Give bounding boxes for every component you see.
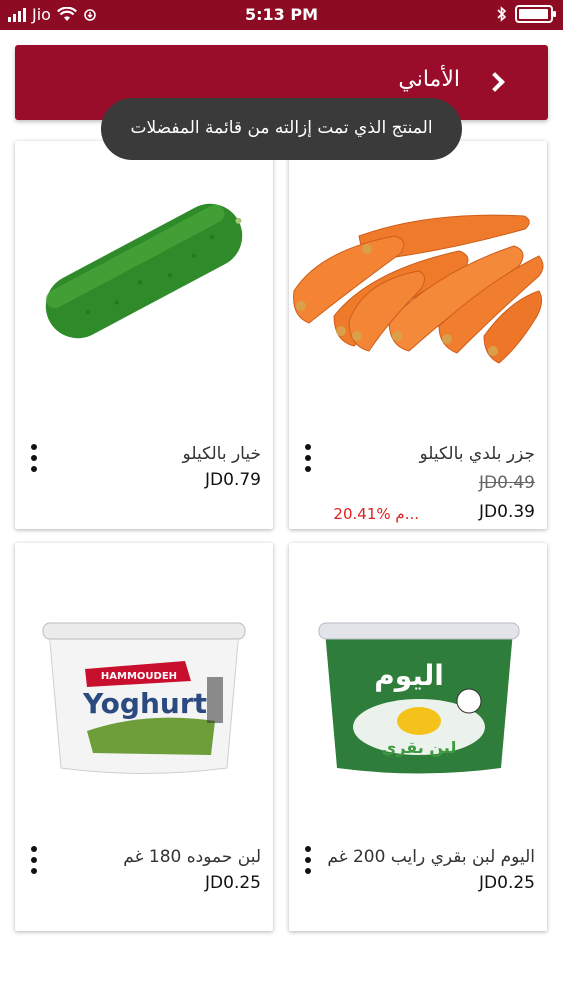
product-label-text: لبن بقري: [382, 738, 457, 758]
more-options-icon[interactable]: [29, 444, 39, 472]
product-name: لبن حموده 180 غم: [123, 847, 261, 867]
brand-logo-text: HAMMOUDEH: [101, 671, 177, 682]
status-right: [497, 5, 556, 23]
more-options-icon[interactable]: [29, 846, 39, 874]
chevron-right-icon[interactable]: [485, 72, 505, 92]
product-old-price: JD0.49: [479, 473, 535, 493]
product-name: اليوم لبن بقري رايب 200 غم: [327, 847, 535, 867]
product-card-hammoudeh-yoghurt[interactable]: HAMMOUDEH Yoghurt لبن حموده 180 غم JD0.2…: [15, 543, 273, 931]
product-name: خيار بالكيلو: [182, 444, 261, 464]
product-card-cucumber[interactable]: خيار بالكيلو JD0.79: [15, 141, 273, 529]
product-price: JD0.39: [479, 502, 535, 522]
battery-icon: [515, 5, 556, 23]
product-card-carrot[interactable]: جزر بلدي بالكيلو JD0.49 JD0.39 20.41% م.…: [289, 141, 547, 529]
product-price: JD0.25: [205, 873, 261, 893]
carrot-image: [293, 214, 544, 364]
toast-message: المنتج الذي تمت إزالته من قائمة المفضلات: [101, 98, 462, 160]
page-title: الأماني: [398, 67, 460, 92]
product-name: جزر بلدي بالكيلو: [419, 444, 535, 464]
hammoudeh-yoghurt-image: HAMMOUDEH Yoghurt: [42, 622, 246, 774]
alyoum-laban-image: اليوم لبن بقري: [318, 622, 520, 774]
battery-level: [519, 9, 548, 19]
status-time: 5:13 PM: [244, 5, 318, 24]
discount-badge: 20.41% م...: [333, 505, 419, 523]
product-card-alyoum-laban[interactable]: اليوم لبن بقري اليوم لبن بقري رايب 200 غ…: [289, 543, 547, 931]
product-price: JD0.79: [205, 470, 261, 490]
bluetooth-icon: [497, 6, 507, 22]
brand-logo-text: اليوم: [374, 659, 444, 692]
product-label-text: Yoghurt: [82, 687, 207, 720]
more-options-icon[interactable]: [303, 846, 313, 874]
cucumber-image: [45, 203, 243, 339]
more-options-icon[interactable]: [303, 444, 313, 472]
status-bar: Jio 5:13 PM: [0, 0, 563, 30]
product-price: JD0.25: [479, 873, 535, 893]
